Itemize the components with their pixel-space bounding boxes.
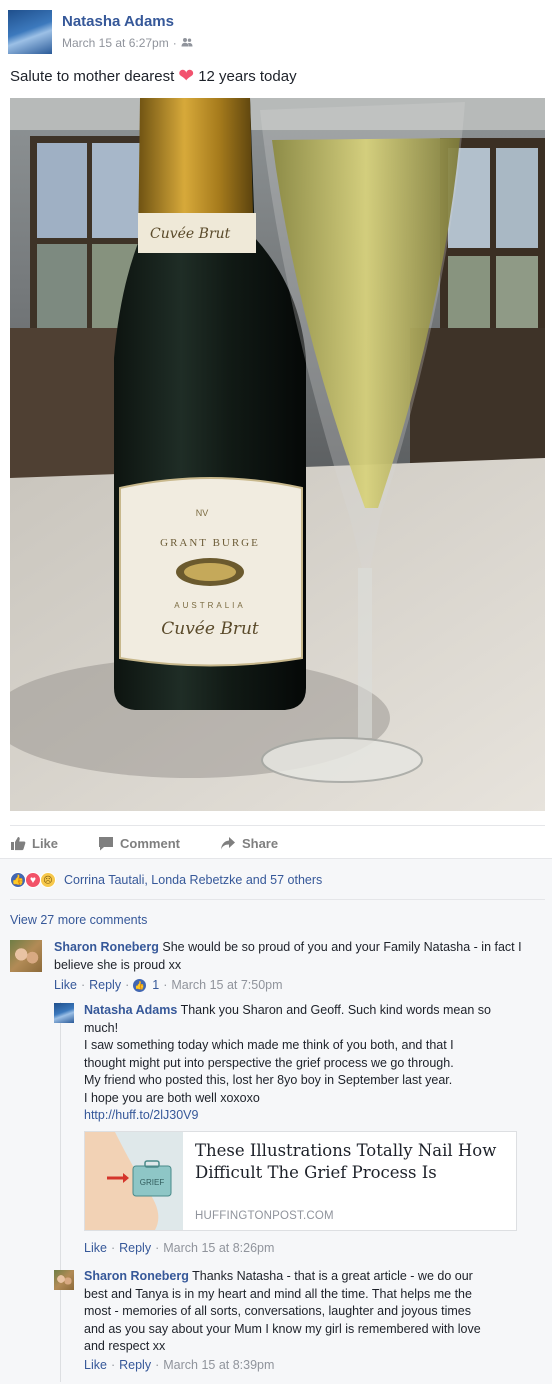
reply-reply-button[interactable]: Reply <box>119 1358 151 1372</box>
comment-icon <box>99 836 114 850</box>
link-title[interactable]: These Illustrations Totally Nail How Dif… <box>195 1140 504 1184</box>
friends-icon[interactable] <box>181 36 193 50</box>
comment-reply-button[interactable]: Reply <box>89 978 121 992</box>
reply-line: and as you say about your Mum I know my … <box>84 1321 481 1336</box>
reply-line: thought might put into perspective the g… <box>84 1055 454 1070</box>
post-text: Salute to mother dearest ❤ 12 years toda… <box>10 67 297 86</box>
comment-like-count[interactable]: 1 <box>152 978 159 992</box>
neck-label-text: Cuvée Brut <box>150 226 231 242</box>
author-avatar[interactable] <box>8 10 52 54</box>
thumbs-up-icon <box>11 836 26 850</box>
reactions-divider <box>10 899 545 900</box>
share-button[interactable]: Share <box>220 832 278 854</box>
reply-line: Thanks Natasha - that is a great article… <box>192 1269 473 1283</box>
label-style-text: Cuvée Brut <box>161 619 259 639</box>
reply-line: best and Tanya is in my heart and mind a… <box>84 1286 472 1301</box>
reply-text: Natasha Adams Thank you Sharon and Geoff… <box>84 1002 524 1125</box>
reply-line: I hope you are both well xoxoxo <box>84 1090 260 1105</box>
reply-author-name[interactable]: Sharon Roneberg <box>84 1269 189 1283</box>
like-button[interactable]: Like <box>10 832 58 854</box>
like-reaction-icon: 👍 <box>10 872 26 888</box>
reply-like-button[interactable]: Like <box>84 1241 107 1255</box>
reply-avatar[interactable] <box>54 1003 74 1023</box>
reactors-text[interactable]: Corrina Tautali, Londa Rebetzke and 57 o… <box>64 873 322 887</box>
comment-button[interactable]: Comment <box>98 832 180 854</box>
post-text-before: Salute to mother dearest <box>10 68 175 85</box>
post-timestamp[interactable]: March 15 at 6:27pm <box>62 36 169 50</box>
link-domain: HUFFINGTONPOST.COM <box>195 1210 334 1222</box>
link-info: These Illustrations Totally Nail How Dif… <box>183 1132 516 1230</box>
reply-line: I saw something today which made me thin… <box>84 1038 454 1052</box>
share-icon <box>220 836 235 849</box>
comment-label: Comment <box>120 835 180 851</box>
like-label: Like <box>32 835 59 851</box>
reply-timestamp[interactable]: March 15 at 8:39pm <box>163 1358 274 1372</box>
post-text-after: 12 years today <box>198 68 297 85</box>
share-label: Share <box>241 835 279 851</box>
link-thumbnail: GRIEF <box>85 1132 183 1230</box>
action-divider <box>10 825 545 826</box>
reply-timestamp[interactable]: March 15 at 8:26pm <box>163 1241 274 1255</box>
comment-like-button[interactable]: Like <box>54 978 77 992</box>
reply-line: My friend who posted this, lost her 8yo … <box>84 1073 453 1087</box>
view-more-comments-link[interactable]: View 27 more comments <box>10 913 147 927</box>
reply-actions: Like · Reply · March 15 at 8:26pm <box>84 1241 275 1255</box>
reply-like-button[interactable]: Like <box>84 1358 107 1372</box>
reply-line: most - memories of all sorts, conversati… <box>84 1304 471 1318</box>
reply-link[interactable]: http://huff.to/2lJ30V9 <box>84 1107 524 1125</box>
commenter-name[interactable]: Sharon Roneberg <box>54 940 159 954</box>
action-bar: Like Comment Share <box>10 832 545 854</box>
heart-emoji-icon: ❤ <box>178 66 195 87</box>
reply-thread-line <box>60 1002 61 1382</box>
reply-line: and respect xx <box>84 1339 166 1353</box>
comment-actions: Like · Reply · 👍 1 · March 15 at 7:50pm <box>54 978 283 992</box>
comment-text: Sharon Roneberg She would be so proud of… <box>54 939 534 974</box>
sad-reaction-icon: ☹ <box>40 872 56 888</box>
like-count-icon: 👍 <box>133 978 147 992</box>
reply-reply-button[interactable]: Reply <box>119 1241 151 1255</box>
love-reaction-icon: ♥ <box>25 872 41 888</box>
reply-author-name[interactable]: Natasha Adams <box>84 1003 177 1017</box>
reply-text: Sharon Roneberg Thanks Natasha - that is… <box>84 1268 534 1356</box>
label-country-text: AUSTRALIA <box>174 601 245 610</box>
reactions-summary[interactable]: 👍 ♥ ☹ Corrina Tautali, Londa Rebetzke an… <box>10 872 322 888</box>
thumb-label-text: GRIEF <box>140 1178 165 1187</box>
link-preview-card[interactable]: GRIEF These Illustrations Totally Nail H… <box>84 1131 517 1231</box>
post-meta: March 15 at 6:27pm · <box>62 36 193 50</box>
reply-avatar[interactable] <box>54 1270 74 1290</box>
post-photo[interactable]: Cuvée Brut NV GRANT BURGE AUSTRALIA Cuvé… <box>10 98 545 811</box>
reply-line: Thank you Sharon and Geoff. Such kind wo… <box>180 1003 491 1017</box>
reply-actions: Like · Reply · March 15 at 8:39pm <box>84 1358 275 1372</box>
commenter-avatar[interactable] <box>10 940 42 972</box>
label-nv-text: NV <box>196 508 209 518</box>
reply-line: much! <box>84 1020 119 1035</box>
author-name[interactable]: Natasha Adams <box>62 13 174 30</box>
comment-timestamp[interactable]: March 15 at 7:50pm <box>171 978 282 992</box>
label-brand-text: GRANT BURGE <box>160 537 260 549</box>
